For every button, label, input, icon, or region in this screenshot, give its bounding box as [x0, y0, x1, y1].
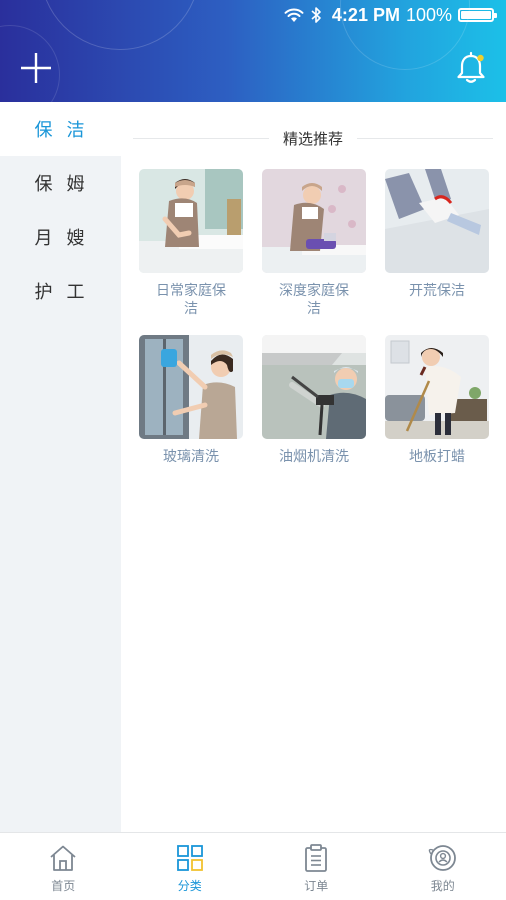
tab-orders[interactable]: 订单	[253, 833, 380, 900]
service-card-deep-cleaning[interactable]: 深度家庭保洁	[262, 169, 366, 318]
notification-button[interactable]	[454, 50, 488, 86]
category-sidebar: 保洁 保姆 月嫂 护工	[0, 102, 121, 832]
service-label: 玻璃清洗	[163, 449, 219, 465]
bluetooth-icon	[311, 7, 321, 23]
tab-home[interactable]: 首页	[0, 833, 127, 900]
main-content: 精选推荐 日常家庭保洁 深度家庭保洁 开荒保洁 玻璃清洗 油烟机清洗 地板打蜡	[121, 102, 506, 832]
service-label: 开荒保洁	[409, 283, 465, 299]
service-image	[139, 169, 243, 273]
divider	[133, 137, 269, 139]
clipboard-icon	[305, 844, 328, 872]
sidebar-item-caregiver[interactable]: 护工	[0, 264, 121, 318]
service-card-range-hood-cleaning[interactable]: 油烟机清洗	[262, 335, 366, 466]
service-label: 深度家庭保洁	[279, 283, 349, 317]
tab-category[interactable]: 分类	[127, 833, 254, 900]
home-icon	[50, 845, 76, 871]
grid-icon	[176, 845, 203, 871]
battery-percent: 100%	[405, 4, 452, 25]
service-image	[262, 335, 366, 439]
tab-label: 首页	[51, 879, 76, 893]
status-bar: 4:21 PM 100%	[284, 0, 497, 30]
sidebar-item-maternity-nurse[interactable]: 月嫂	[0, 210, 121, 264]
bottom-tab-bar: 首页 分类 订单 我的	[0, 832, 506, 900]
service-label: 地板打蜡	[409, 449, 465, 465]
decorative-circle	[40, 0, 200, 50]
service-label: 油烟机清洗	[279, 449, 349, 465]
tab-label: 我的	[430, 879, 455, 893]
bell-icon	[457, 51, 485, 83]
plus-icon	[21, 53, 51, 83]
service-card-floor-waxing[interactable]: 地板打蜡	[385, 335, 489, 466]
service-image	[262, 169, 366, 273]
tab-profile[interactable]: 我的	[380, 833, 506, 900]
service-card-post-renovation-cleaning[interactable]: 开荒保洁	[385, 169, 489, 300]
battery-icon	[458, 8, 497, 22]
service-card-daily-cleaning[interactable]: 日常家庭保洁	[139, 169, 243, 318]
tab-label: 订单	[304, 879, 329, 893]
service-card-glass-cleaning[interactable]: 玻璃清洗	[139, 335, 243, 466]
wifi-icon	[284, 8, 304, 22]
section-title: 精选推荐	[283, 129, 344, 148]
service-image	[139, 335, 243, 439]
tab-label: 分类	[177, 879, 202, 893]
user-profile-icon	[428, 845, 456, 871]
sidebar-item-nanny[interactable]: 保姆	[0, 156, 121, 210]
service-image	[385, 169, 489, 273]
app-header: 4:21 PM 100%	[0, 0, 506, 102]
add-button[interactable]	[18, 50, 54, 86]
status-time: 4:21 PM	[331, 4, 400, 25]
service-label: 日常家庭保洁	[156, 283, 226, 317]
sidebar-item-cleaning[interactable]: 保洁	[0, 102, 121, 156]
section-header: 精选推荐	[133, 126, 494, 150]
divider	[357, 137, 494, 139]
service-image	[385, 335, 489, 439]
